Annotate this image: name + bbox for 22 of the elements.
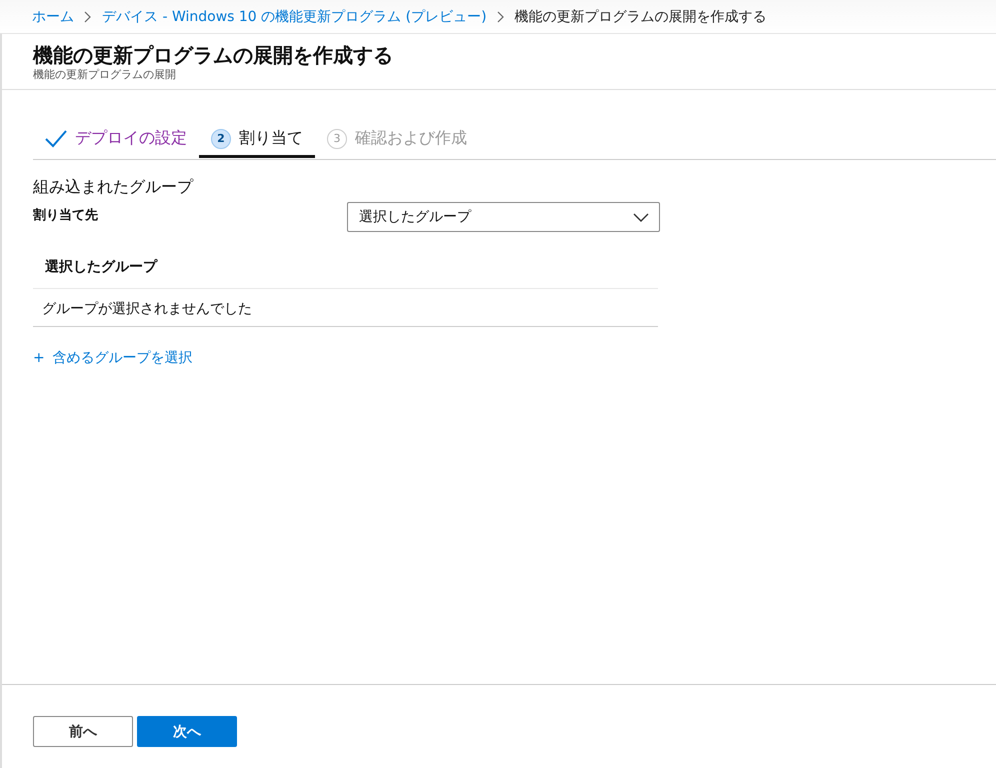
chevron-right-icon — [84, 10, 92, 22]
breadcrumb-link[interactable]: ホーム — [32, 8, 74, 26]
column-header: 選択したグループ — [33, 258, 658, 289]
section-title: 組み込まれたグループ — [33, 177, 194, 198]
wizard-step-tab[interactable]: 2 割り当て — [199, 122, 315, 158]
breadcrumb-current: 機能の更新プログラムの展開を作成する — [514, 8, 767, 26]
page-subtitle: 機能の更新プログラムの展開 — [33, 68, 177, 81]
wizard-step-tab[interactable]: デプロイの設定 — [33, 122, 199, 158]
page-title: 機能の更新プログラムの展開を作成する — [33, 42, 394, 68]
checkmark-icon — [45, 130, 67, 148]
chevron-down-icon — [633, 212, 649, 222]
breadcrumb-link[interactable]: デバイス - Windows 10 の機能更新プログラム (プレビュー) — [102, 8, 487, 26]
previous-button[interactable]: 前へ — [33, 716, 133, 747]
empty-message: グループが選択されませんでした — [33, 289, 658, 327]
field-label: 割り当て先 — [33, 206, 98, 224]
wizard-step-tab[interactable]: 3 確認および作成 — [315, 122, 479, 158]
step-number: 2 — [211, 128, 231, 148]
chevron-right-icon — [496, 10, 505, 22]
select-groups-link[interactable]: + 含めるグループを選択 — [33, 349, 193, 367]
next-button[interactable]: 次へ — [137, 716, 237, 747]
assignment-dropdown[interactable]: 選択したグループ — [347, 202, 660, 232]
step-number: 3 — [327, 128, 347, 148]
